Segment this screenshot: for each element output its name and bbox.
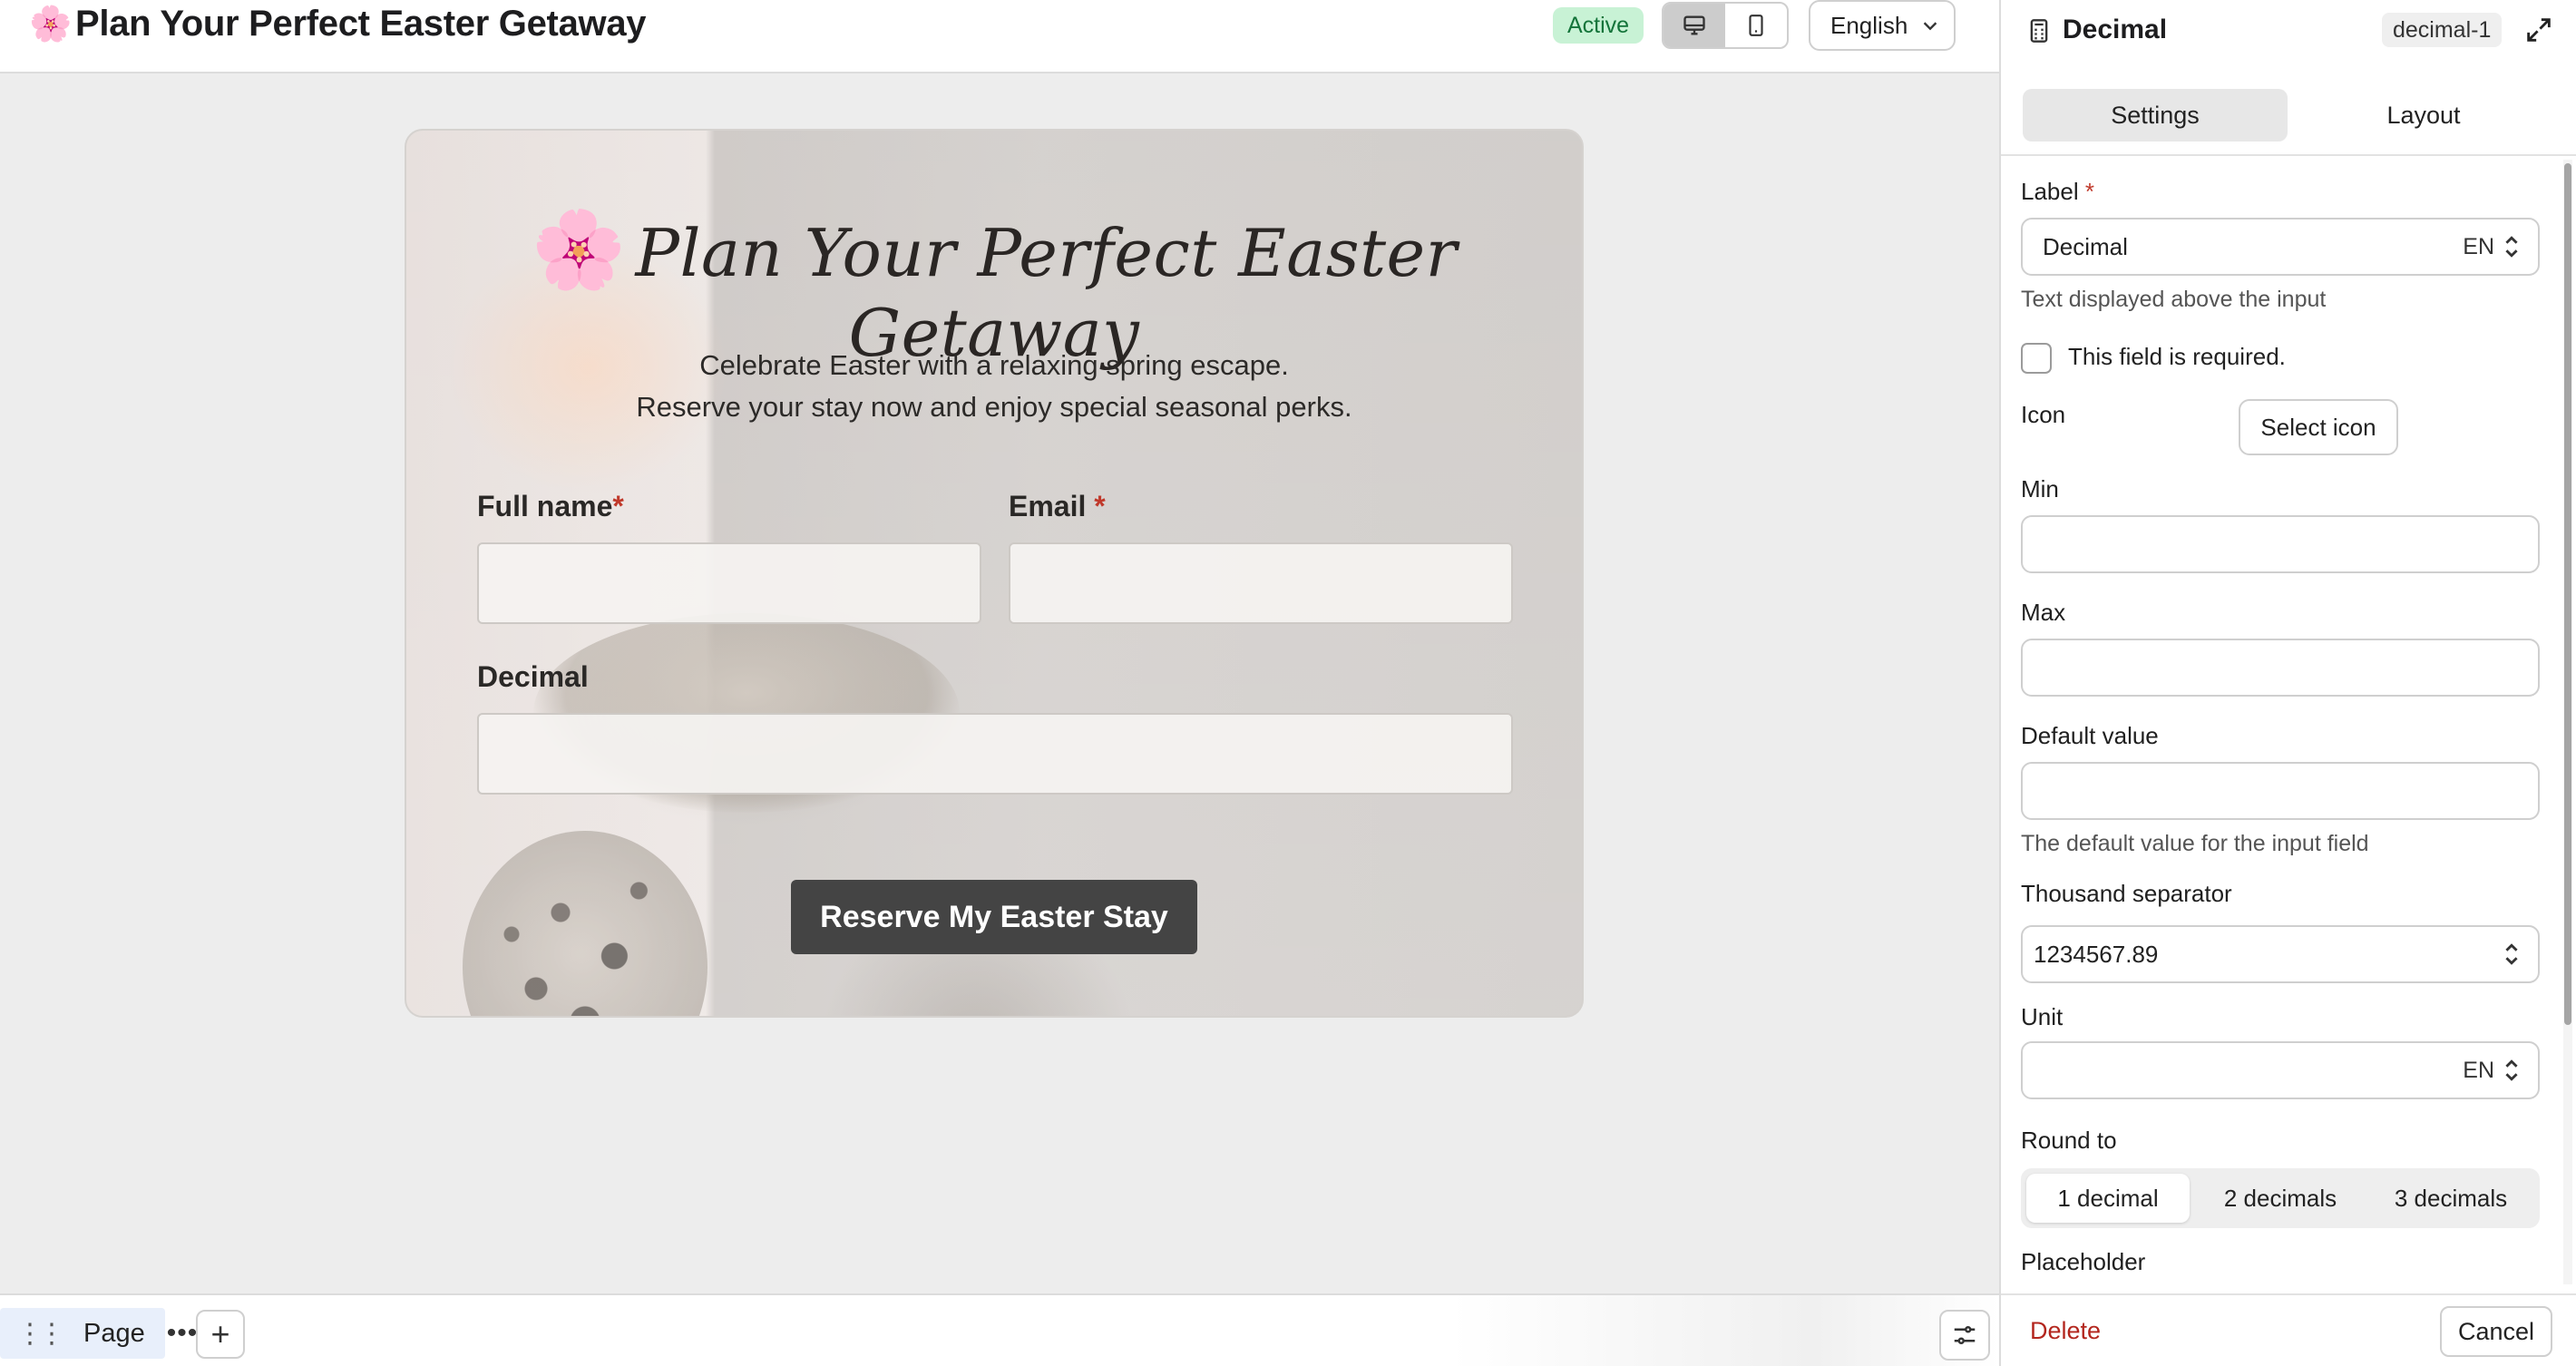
- full-name-label: Full name*: [477, 490, 624, 523]
- required-checkbox-label: This field is required.: [2068, 343, 2286, 370]
- tab-layout[interactable]: Layout: [2291, 89, 2556, 141]
- select-icon-button[interactable]: Select icon: [2239, 399, 2398, 455]
- thousand-separator-select[interactable]: 1234567.89: [2021, 925, 2540, 983]
- panel-footer: Delete Cancel: [2001, 1293, 2576, 1366]
- scrollbar-thumb[interactable]: [2564, 163, 2571, 1025]
- round-to-segmented-control: 1 decimal 2 decimals 3 decimals: [2021, 1168, 2540, 1228]
- unit-label: Unit: [2021, 1003, 2064, 1030]
- language-select[interactable]: English: [1809, 0, 1956, 51]
- form-subtitle-line-1: Celebrate Easter with a relaxing spring …: [699, 349, 1289, 381]
- status-badge: Active: [1553, 7, 1644, 44]
- calculator-icon: [2030, 19, 2048, 43]
- decimal-label: Decimal: [477, 660, 589, 693]
- form-preview-card: 🌸 Plan Your Perfect Easter Getaway Celebr…: [405, 129, 1584, 1018]
- form-subtitle-line-2: Reserve your stay now and enjoy special …: [636, 391, 1352, 423]
- select-chevron: [2503, 927, 2520, 981]
- thousand-separator-value: 1234567.89: [2034, 940, 2159, 968]
- locale-select-value: EN: [2463, 233, 2494, 259]
- panel-title: Decimal: [2063, 15, 2168, 44]
- expand-icon[interactable]: [2523, 15, 2554, 45]
- page-tab[interactable]: ⋮⋮ Page •••: [0, 1308, 197, 1359]
- required-mark: *: [1094, 490, 1106, 522]
- max-input[interactable]: [2021, 639, 2540, 697]
- placeholder-label: Placeholder: [2021, 1248, 2146, 1275]
- default-value-label: Default value: [2021, 722, 2159, 749]
- sliders-icon: [1954, 1326, 1976, 1344]
- min-label: Min: [2021, 475, 2059, 502]
- divider: [2001, 154, 2576, 156]
- top-header: 🌸 Plan Your Perfect Easter Getaway Active…: [0, 0, 1999, 73]
- thousand-separator-label: Thousand separator: [2021, 880, 2232, 907]
- form-subtitle: Celebrate Easter with a relaxing spring …: [406, 345, 1582, 428]
- more-options-icon[interactable]: •••: [167, 1318, 199, 1349]
- max-label: Max: [2021, 599, 2066, 626]
- panel-header: Decimal decimal-1: [2001, 0, 2576, 63]
- required-checkbox[interactable]: [2021, 343, 2052, 374]
- panel-scrollbar[interactable]: [2563, 160, 2572, 1284]
- unit-locale-select[interactable]: EN: [2463, 1043, 2520, 1098]
- chevron-down-icon: [1924, 22, 1937, 31]
- page-tab-label: Page: [83, 1318, 145, 1348]
- locale-select[interactable]: EN: [2463, 220, 2520, 274]
- page-title: 🌸 Plan Your Perfect Easter Getaway: [29, 4, 647, 44]
- panel-tabs: Settings Layout: [2023, 89, 2556, 141]
- device-preview-toggle: [1662, 2, 1789, 49]
- language-select-value: English: [1830, 11, 1908, 39]
- mobile-view-button[interactable]: [1725, 4, 1787, 47]
- add-page-button[interactable]: +: [196, 1310, 245, 1359]
- chevron-up-down-icon: [2505, 236, 2518, 258]
- label-field-label-text: Label: [2021, 178, 2079, 205]
- default-value-help-text: The default value for the input field: [2021, 831, 2369, 856]
- round-to-label: Round to: [2021, 1127, 2117, 1154]
- settings-sliders-button[interactable]: [1939, 1310, 1990, 1361]
- cherry-blossom-icon: 🌸: [531, 205, 627, 294]
- tab-settings[interactable]: Settings: [2023, 89, 2288, 141]
- round-option-2-decimals[interactable]: 2 decimals: [2199, 1174, 2362, 1223]
- label-field-label: Label *: [2021, 178, 2094, 206]
- full-name-input[interactable]: [477, 542, 981, 624]
- properties-panel: Decimal decimal-1 Settings Layout Label …: [1999, 0, 2576, 1366]
- desktop-icon: [1683, 15, 1705, 35]
- reserve-button[interactable]: Reserve My Easter Stay: [791, 880, 1197, 954]
- cancel-button[interactable]: Cancel: [2440, 1306, 2552, 1357]
- label-input-value: Decimal: [2043, 232, 2128, 260]
- icon-label: Icon: [2021, 401, 2066, 428]
- email-label-text: Email: [1009, 490, 1087, 522]
- required-mark: *: [2084, 178, 2094, 205]
- default-value-input[interactable]: [2021, 762, 2540, 820]
- min-input[interactable]: [2021, 515, 2540, 573]
- unit-input[interactable]: EN: [2021, 1041, 2540, 1099]
- unit-locale-value: EN: [2463, 1057, 2494, 1083]
- label-input[interactable]: Decimal EN: [2021, 218, 2540, 276]
- full-name-label-text: Full name: [477, 490, 613, 522]
- mobile-icon: [1749, 15, 1763, 36]
- bottom-toolbar: ⋮⋮ Page ••• +: [0, 1293, 1999, 1366]
- drag-handle-icon[interactable]: ⋮⋮: [16, 1318, 65, 1350]
- desktop-view-button[interactable]: [1664, 4, 1725, 47]
- form-builder-screen: 🌸 Plan Your Perfect Easter Getaway Active…: [0, 0, 2576, 1366]
- email-input[interactable]: [1009, 542, 1513, 624]
- decimal-input[interactable]: [477, 713, 1513, 795]
- label-help-text: Text displayed above the input: [2021, 287, 2327, 312]
- field-id-badge: decimal-1: [2382, 13, 2503, 47]
- delete-button[interactable]: Delete: [2030, 1317, 2101, 1345]
- required-mark: *: [612, 490, 624, 522]
- round-option-1-decimal[interactable]: 1 decimal: [2026, 1174, 2190, 1223]
- round-option-3-decimals[interactable]: 3 decimals: [2369, 1174, 2532, 1223]
- chevron-up-down-icon: [2505, 1059, 2518, 1081]
- page-title-text: Plan Your Perfect Easter Getaway: [75, 4, 647, 44]
- email-label: Email *: [1009, 490, 1106, 523]
- chevron-up-down-icon: [2505, 943, 2518, 965]
- cherry-blossom-icon: 🌸: [29, 5, 73, 44]
